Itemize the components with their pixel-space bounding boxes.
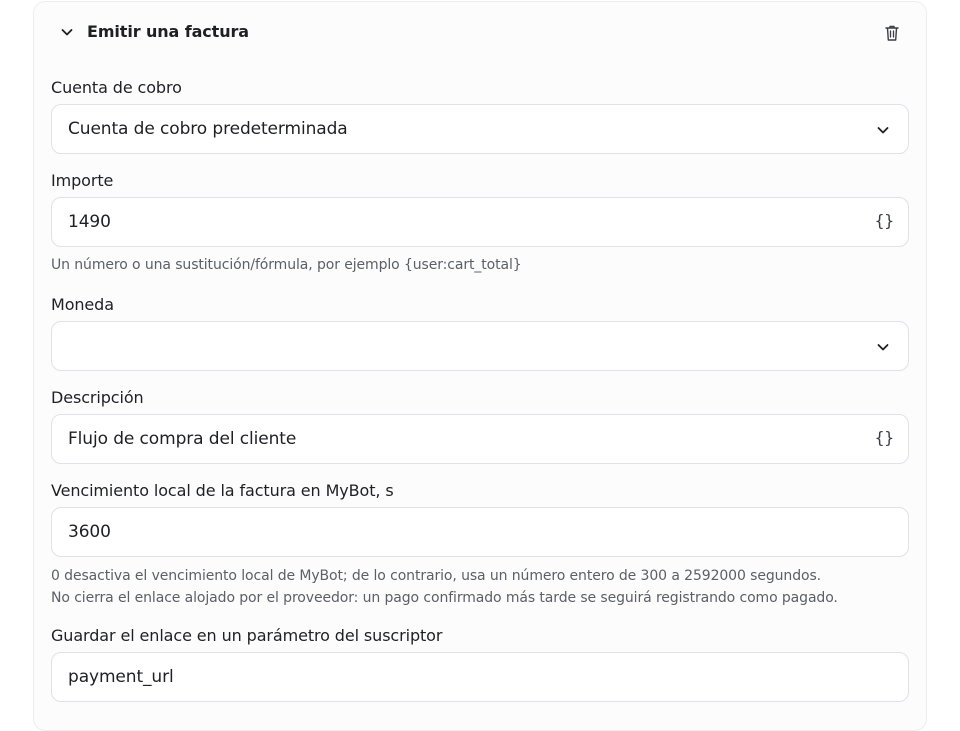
amount-input[interactable]: 1490 {} <box>51 197 909 247</box>
description-label: Descripción <box>51 388 144 407</box>
amount-input-value: 1490 <box>68 212 111 232</box>
currency-label: Moneda <box>51 295 114 314</box>
currency-select[interactable] <box>51 321 909 371</box>
save-link-input[interactable]: payment_url <box>51 652 909 702</box>
card-header: Emitir una factura <box>34 2 926 62</box>
chevron-down-icon[interactable] <box>58 23 76 41</box>
save-link-label: Guardar el enlace en un parámetro del su… <box>51 626 443 645</box>
variable-insert-button[interactable]: {} <box>875 428 894 447</box>
expiration-input[interactable]: 3600 <box>51 507 909 557</box>
description-input[interactable]: Flujo de compra del cliente {} <box>51 414 909 464</box>
expiration-label: Vencimiento local de la factura en MyBot… <box>51 481 394 500</box>
description-input-value: Flujo de compra del cliente <box>68 429 297 449</box>
expiration-hint-line1: 0 desactiva el vencimiento local de MyBo… <box>51 568 821 584</box>
expiration-hint-line2: No cierra el enlace alojado por el prove… <box>51 590 838 606</box>
amount-label: Importe <box>51 171 114 190</box>
trash-icon[interactable] <box>883 23 901 43</box>
expiration-input-value: 3600 <box>68 522 111 542</box>
save-link-input-value: payment_url <box>68 667 174 687</box>
amount-hint: Un número o una sustitución/fórmula, por… <box>51 257 522 273</box>
account-select[interactable]: Cuenta de cobro predeterminada <box>51 104 909 154</box>
account-select-value: Cuenta de cobro predeterminada <box>68 119 348 139</box>
variable-insert-button[interactable]: {} <box>875 211 894 230</box>
chevron-down-icon <box>876 123 890 137</box>
account-label: Cuenta de cobro <box>51 78 182 97</box>
card-title: Emitir una factura <box>87 22 249 41</box>
chevron-down-icon <box>876 340 890 354</box>
